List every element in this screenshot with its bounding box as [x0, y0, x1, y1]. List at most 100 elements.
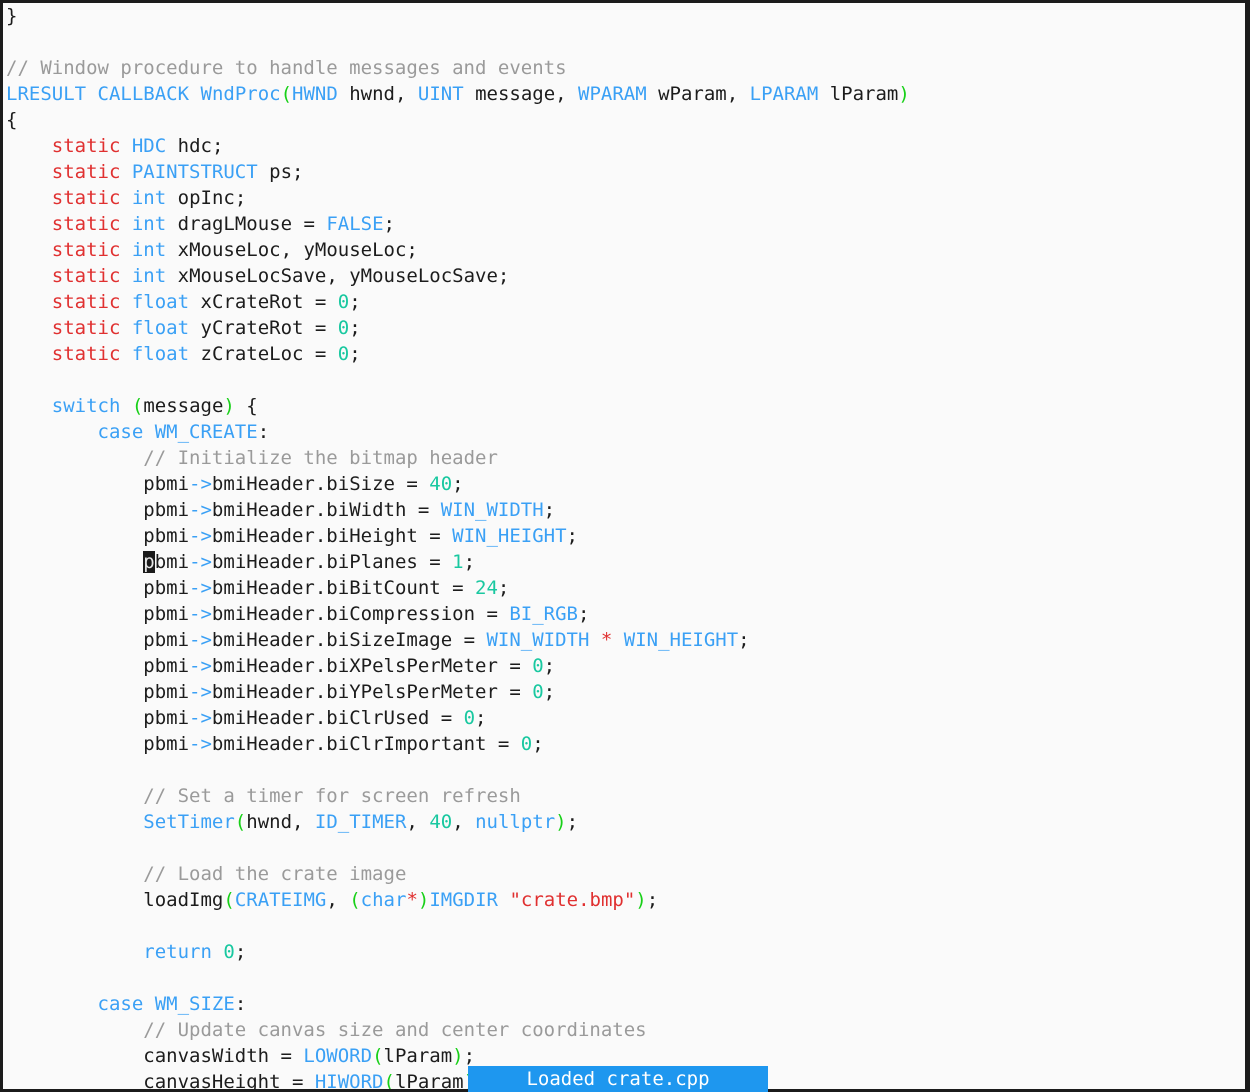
code-token-ident: ; [349, 343, 360, 365]
code-line[interactable]: static float xCrateRot = 0; [3, 289, 1245, 315]
code-token-paren: ) [223, 395, 234, 417]
code-token-type: float [132, 343, 189, 365]
code-line[interactable] [3, 965, 1245, 991]
code-line[interactable]: pbmi->bmiHeader.biWidth = WIN_WIDTH; [3, 497, 1245, 523]
code-token-type: int [132, 213, 166, 235]
code-token-ident: , [452, 811, 475, 833]
code-token-ident: pbmi [6, 525, 189, 547]
code-token-ident: bmiHeader.biClrImportant = [212, 733, 521, 755]
code-line[interactable] [3, 913, 1245, 939]
code-line[interactable]: LRESULT CALLBACK WndProc(HWND hwnd, UINT… [3, 81, 1245, 107]
code-text-area[interactable]: } // Window procedure to handle messages… [3, 3, 1245, 1089]
code-line[interactable]: // Load the crate image [3, 861, 1245, 887]
code-token-ident: ; [452, 473, 463, 495]
code-token-ident: : [235, 993, 246, 1015]
code-token-paren: ( [223, 889, 234, 911]
code-editor-window[interactable]: } // Window procedure to handle messages… [0, 0, 1250, 1092]
code-line[interactable]: pbmi->bmiHeader.biYPelsPerMeter = 0; [3, 679, 1245, 705]
code-line[interactable]: SetTimer(hwnd, ID_TIMER, 40, nullptr); [3, 809, 1245, 835]
code-line[interactable]: static int dragLMouse = FALSE; [3, 211, 1245, 237]
code-line[interactable]: static int opInc; [3, 185, 1245, 211]
code-token-fn: LOWORD [303, 1045, 372, 1067]
code-line[interactable]: static int xMouseLoc, yMouseLoc; [3, 237, 1245, 263]
code-token-ident: pbmi [6, 499, 189, 521]
code-token-op [6, 811, 143, 833]
code-line[interactable]: pbmi->bmiHeader.biClrUsed = 0; [3, 705, 1245, 731]
code-line[interactable]: return 0; [3, 939, 1245, 965]
code-token-paren: ( [281, 83, 292, 105]
code-line[interactable]: static int xMouseLocSave, yMouseLocSave; [3, 263, 1245, 289]
code-line[interactable]: static float zCrateLoc = 0; [3, 341, 1245, 367]
code-line[interactable]: static PAINTSTRUCT ps; [3, 159, 1245, 185]
code-line[interactable] [3, 835, 1245, 861]
code-token-type: FALSE [326, 213, 383, 235]
code-token-type: ID_TIMER [315, 811, 407, 833]
code-token-kw: static [52, 291, 121, 313]
code-token-type: WIN_WIDTH [486, 629, 589, 651]
code-token-ident: ; [567, 811, 578, 833]
code-line[interactable]: // Initialize the bitmap header [3, 445, 1245, 471]
code-line[interactable]: switch (message) { [3, 393, 1245, 419]
code-token-fn: WndProc [201, 83, 281, 105]
code-token-ident: xCrateRot = [189, 291, 338, 313]
status-toast-notification: Loaded crate.cpp [468, 1066, 768, 1092]
code-token-ident: bmiHeader.biSize = [212, 473, 429, 495]
code-token-type: CRATEIMG [235, 889, 327, 911]
code-token-ident: xMouseLoc, yMouseLoc; [166, 239, 418, 261]
code-line[interactable] [3, 757, 1245, 783]
code-token-ident: ; [498, 577, 509, 599]
code-token-type: CALLBACK [98, 83, 190, 105]
code-token-type: PAINTSTRUCT [132, 161, 258, 183]
code-token-type: WM_SIZE [155, 993, 235, 1015]
code-token-type: int [132, 187, 166, 209]
code-token-ident: bmiHeader.biYPelsPerMeter = [212, 681, 532, 703]
code-token-kw: static [52, 161, 121, 183]
code-line[interactable]: static HDC hdc; [3, 133, 1245, 159]
code-token-ctrl: return [143, 941, 212, 963]
code-line[interactable]: { [3, 107, 1245, 133]
code-token-ident: canvasHeight = [6, 1071, 315, 1089]
code-token-paren: ( [372, 1045, 383, 1067]
code-token-type: WIN_WIDTH [441, 499, 544, 521]
code-token-op [120, 343, 131, 365]
code-token-op [143, 993, 154, 1015]
code-line[interactable]: case WM_SIZE: [3, 991, 1245, 1017]
code-token-op [6, 291, 52, 313]
code-token-num: 0 [532, 655, 543, 677]
code-token-op [6, 213, 52, 235]
code-line[interactable]: // Update canvas size and center coordin… [3, 1017, 1245, 1043]
code-line[interactable] [3, 29, 1245, 55]
code-line[interactable]: } [3, 3, 1245, 29]
code-token-op [6, 187, 52, 209]
code-token-ident: pbmi [6, 707, 189, 729]
code-line[interactable]: pbmi->bmiHeader.biClrImportant = 0; [3, 731, 1245, 757]
code-token-ident: opInc; [166, 187, 246, 209]
code-line[interactable] [3, 367, 1245, 393]
code-line[interactable]: static float yCrateRot = 0; [3, 315, 1245, 341]
code-line[interactable]: // Window procedure to handle messages a… [3, 55, 1245, 81]
code-token-op [120, 239, 131, 261]
code-line[interactable]: pbmi->bmiHeader.biPlanes = 1; [3, 549, 1245, 575]
code-token-ident: bmiHeader.biClrUsed = [212, 707, 464, 729]
code-line[interactable]: case WM_CREATE: [3, 419, 1245, 445]
code-token-ident: ; [235, 941, 246, 963]
code-line[interactable]: // Set a timer for screen refresh [3, 783, 1245, 809]
code-token-ident: hwnd [246, 811, 292, 833]
code-line[interactable]: pbmi->bmiHeader.biBitCount = 24; [3, 575, 1245, 601]
code-token-paren: ( [384, 1071, 395, 1089]
code-token-arrow: -> [189, 629, 212, 651]
code-line[interactable]: pbmi->bmiHeader.biCompression = BI_RGB; [3, 601, 1245, 627]
code-token-num: 0 [338, 291, 349, 313]
code-token-arrow: -> [189, 473, 212, 495]
code-token-paren: ) [635, 889, 646, 911]
code-token-type: float [132, 291, 189, 313]
code-line[interactable]: loadImg(CRATEIMG, (char*)IMGDIR "crate.b… [3, 887, 1245, 913]
code-token-op [6, 1019, 143, 1041]
code-line[interactable]: pbmi->bmiHeader.biXPelsPerMeter = 0; [3, 653, 1245, 679]
code-token-op [120, 213, 131, 235]
code-line[interactable]: pbmi->bmiHeader.biSizeImage = WIN_WIDTH … [3, 627, 1245, 653]
code-token-op [6, 551, 143, 573]
code-line[interactable]: pbmi->bmiHeader.biHeight = WIN_HEIGHT; [3, 523, 1245, 549]
code-line[interactable]: pbmi->bmiHeader.biSize = 40; [3, 471, 1245, 497]
code-token-ident: ; [349, 317, 360, 339]
